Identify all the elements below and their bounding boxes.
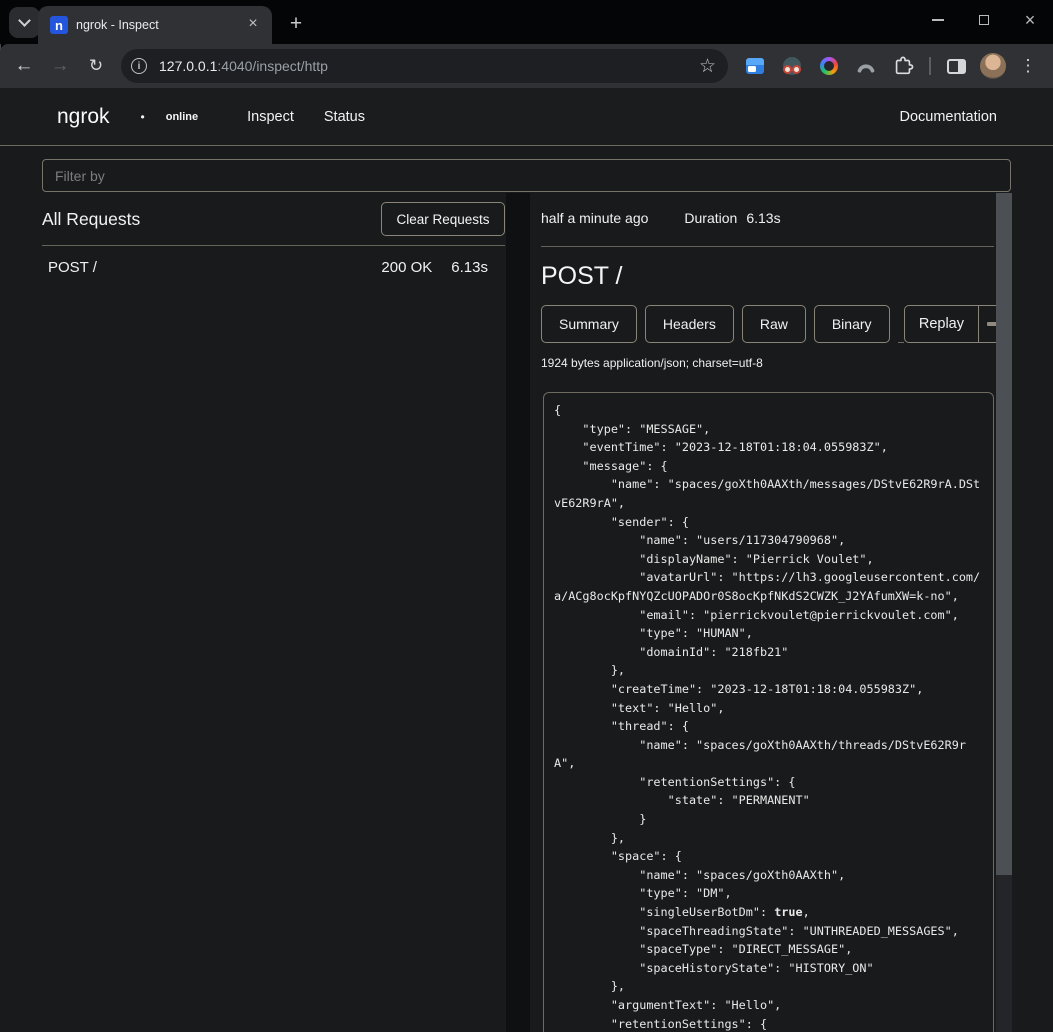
- window-maximize-button[interactable]: [961, 0, 1007, 40]
- bookmark-star-icon[interactable]: ☆: [699, 55, 716, 78]
- detail-meta-row: half a minute ago Duration 6.13s: [541, 206, 781, 230]
- window-minimize-button[interactable]: [915, 0, 961, 40]
- tab-search-button[interactable]: [9, 7, 40, 38]
- duration-group: Duration 6.13s: [684, 210, 780, 226]
- all-requests-title: All Requests: [42, 209, 140, 230]
- request-time-ago: half a minute ago: [541, 210, 648, 226]
- detail-divider: [541, 246, 994, 247]
- extensions-puzzle-icon[interactable]: [892, 55, 914, 77]
- window-controls: ×: [915, 0, 1053, 40]
- forward-button[interactable]: →: [48, 54, 72, 78]
- url-text: 127.0.0.1:4040/inspect/http: [159, 58, 699, 74]
- replay-split-button: Replay: [904, 305, 1005, 343]
- request-list-item[interactable]: POST / 200 OK 6.13s: [42, 252, 505, 282]
- browser-menu-kebab-icon[interactable]: ⋮: [1016, 56, 1040, 76]
- ngrok-favicon-icon: n: [50, 16, 68, 34]
- tab-raw[interactable]: Raw: [742, 305, 806, 343]
- arc-extension-icon[interactable]: [855, 55, 877, 77]
- tab-binary[interactable]: Binary: [814, 305, 890, 343]
- request-detail-panel: half a minute ago Duration 6.13s POST / …: [530, 193, 1053, 1032]
- tab-title: ngrok - Inspect: [76, 18, 244, 32]
- request-method-path: POST /: [48, 259, 381, 276]
- window-close-button[interactable]: ×: [1007, 0, 1053, 40]
- inspect-page: All Requests Clear Requests POST / 200 O…: [0, 146, 1053, 1032]
- chevron-down-icon: [18, 14, 31, 27]
- duration-label: Duration: [684, 210, 737, 226]
- browser-tab[interactable]: n ngrok - Inspect ×: [38, 6, 272, 44]
- replay-button[interactable]: Replay: [904, 305, 978, 343]
- duration-value: 6.13s: [746, 210, 780, 226]
- tab-headers[interactable]: Headers: [645, 305, 734, 343]
- detail-title: POST /: [541, 262, 623, 291]
- site-info-icon[interactable]: i: [131, 58, 147, 74]
- clear-requests-button[interactable]: Clear Requests: [381, 202, 505, 236]
- screenshot-glyph: [746, 58, 764, 74]
- json-body: { "type": "MESSAGE", "eventTime": "2023-…: [554, 401, 983, 1032]
- url-path: :4040/inspect/http: [217, 58, 328, 74]
- detail-scrollbar-thumb[interactable]: [996, 193, 1012, 875]
- reload-button[interactable]: ↻: [84, 54, 108, 78]
- replay-options-icon: [987, 322, 997, 326]
- content-type-summary: 1924 bytes application/json; charset=utf…: [541, 356, 763, 370]
- requests-panel-header: All Requests Clear Requests: [42, 200, 505, 238]
- nav-item-documentation[interactable]: Documentation: [899, 109, 997, 125]
- ring-glyph: [820, 57, 838, 75]
- maximize-icon: [979, 15, 989, 25]
- filter-input[interactable]: [42, 159, 1011, 192]
- camera-ring-extension-icon[interactable]: [818, 55, 840, 77]
- online-status-label: online: [166, 111, 198, 123]
- ngrok-header: ngrok • online Inspect Status Documentat…: [0, 88, 1053, 146]
- minimize-icon: [932, 19, 944, 21]
- browser-toolbar: ← → ↻ i 127.0.0.1:4040/inspect/http ☆ ⋮: [0, 44, 1053, 88]
- detail-tabs: Summary Headers Raw Binary Replay: [541, 305, 1005, 343]
- url-host: 127.0.0.1: [159, 58, 217, 74]
- detail-scrollbar-track[interactable]: [996, 193, 1012, 1032]
- online-status-dot: •: [141, 110, 145, 124]
- side-panel-button[interactable]: [947, 59, 966, 74]
- nav-item-status[interactable]: Status: [324, 109, 365, 125]
- spy-goggles-extension-icon[interactable]: [781, 55, 803, 77]
- profile-avatar[interactable]: [980, 53, 1006, 79]
- browser-tab-strip: n ngrok - Inspect × + ×: [0, 0, 1053, 44]
- request-status: 200 OK: [381, 259, 432, 276]
- arc-glyph: [856, 56, 876, 76]
- address-bar[interactable]: i 127.0.0.1:4040/inspect/http ☆: [121, 49, 728, 83]
- new-tab-button[interactable]: +: [282, 10, 310, 38]
- tab-close-icon[interactable]: ×: [244, 16, 262, 34]
- ngrok-brand: ngrok: [57, 105, 110, 129]
- back-button[interactable]: ←: [12, 54, 36, 78]
- toolbar-separator: [929, 57, 931, 75]
- request-duration: 6.13s: [451, 259, 488, 276]
- requests-divider: [42, 245, 505, 246]
- puzzle-glyph: [892, 55, 914, 77]
- nav-item-inspect[interactable]: Inspect: [247, 109, 294, 125]
- tab-summary[interactable]: Summary: [541, 305, 637, 343]
- response-body-box: { "type": "MESSAGE", "eventTime": "2023-…: [543, 392, 994, 1032]
- screenshot-extension-icon[interactable]: [744, 55, 766, 77]
- goggles-glyph: [783, 57, 801, 75]
- extensions-area: [744, 55, 914, 77]
- panel-gutter: [506, 193, 530, 1032]
